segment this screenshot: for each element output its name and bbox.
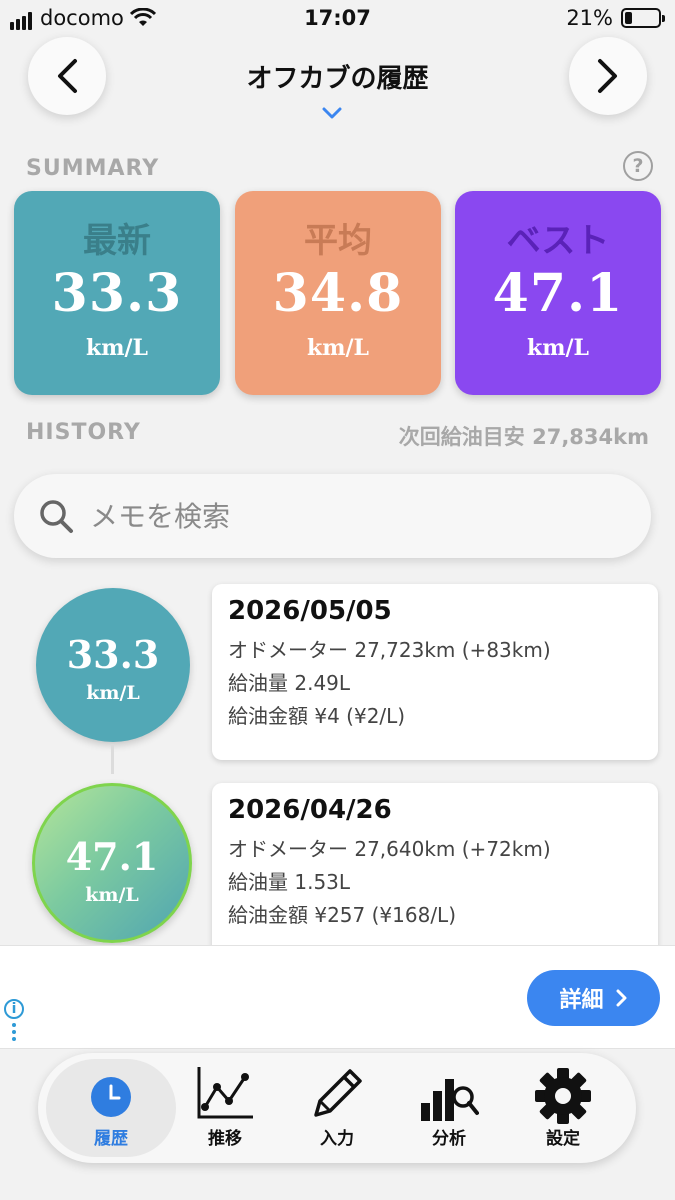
summary-card-best: ベスト 47.1 km/L (455, 191, 661, 395)
chevron-right-icon (598, 59, 617, 93)
tab-analysis[interactable]: 分析 (384, 1059, 514, 1157)
summary-label: SUMMARY (26, 156, 160, 181)
bar-chart-search-icon (421, 1079, 479, 1121)
card-value: 33.3 (51, 263, 183, 324)
tab-settings[interactable]: 設定 (498, 1059, 628, 1157)
card-unit: km/L (526, 335, 590, 361)
entry-odometer: オドメーター 27,723km (+83km) (228, 638, 551, 662)
line-chart-icon (197, 1067, 253, 1119)
entry-fuel-cost: 給油金額 ¥257 (¥168/L) (228, 903, 456, 927)
status-bar: docomo 17:07 21% (0, 0, 675, 38)
search-bar[interactable] (14, 474, 651, 558)
ad-info-icon[interactable]: i (4, 999, 24, 1019)
memo-search-input[interactable] (90, 499, 610, 533)
battery-group: 21% (566, 6, 665, 30)
ad-banner[interactable]: i 詳細 (0, 945, 675, 1049)
tab-label: 推移 (208, 1129, 242, 1149)
tab-label: 設定 (546, 1129, 580, 1149)
help-icon[interactable]: ? (623, 151, 653, 181)
tab-input[interactable]: 入力 (272, 1059, 402, 1157)
entry-fuel-cost: 給油金額 ¥4 (¥2/L) (228, 704, 406, 728)
entry-mileage-unit: km/L (85, 884, 139, 906)
entry-date: 2026/05/05 (228, 596, 392, 626)
battery-percent: 21% (566, 6, 613, 30)
tab-label: 履歴 (94, 1129, 128, 1149)
card-value: 34.8 (272, 263, 404, 324)
tab-history[interactable]: 履歴 (46, 1059, 176, 1157)
summary-card-latest: 最新 33.3 km/L (14, 191, 220, 395)
history-entry-card[interactable]: 2026/04/26 オドメーター 27,640km (+72km) 給油量 1… (212, 783, 658, 963)
ad-details-label: 詳細 (559, 988, 604, 1013)
next-fuel-estimate: 次回給油目安 27,834km (398, 425, 649, 449)
entry-mileage-value: 47.1 (65, 834, 159, 879)
entry-fuel-amount: 給油量 1.53L (228, 870, 351, 894)
card-label: ベスト (506, 221, 610, 261)
history-label: HISTORY (26, 420, 141, 445)
entry-mileage-unit: km/L (86, 682, 140, 704)
tab-bar: 履歴 推移 入力 分析 設定 (38, 1053, 636, 1163)
summary-card-average: 平均 34.8 km/L (235, 191, 441, 395)
card-value: 47.1 (492, 263, 624, 324)
card-label: 最新 (83, 221, 151, 261)
timeline-connector (111, 744, 114, 774)
pencil-icon (314, 1069, 362, 1117)
card-unit: km/L (85, 335, 149, 361)
entry-mileage-value: 33.3 (66, 632, 160, 677)
ad-details-button[interactable]: 詳細 (527, 970, 660, 1026)
entry-mileage-circle-best[interactable]: 47.1 km/L (32, 783, 192, 943)
entry-odometer: オドメーター 27,640km (+72km) (228, 837, 551, 861)
ad-more-icon[interactable] (12, 1023, 16, 1044)
entry-mileage-circle[interactable]: 33.3 km/L (36, 588, 190, 742)
card-label: 平均 (304, 221, 372, 261)
tab-trend[interactable]: 推移 (160, 1059, 290, 1157)
entry-date: 2026/04/26 (228, 795, 392, 825)
chevron-right-icon (616, 989, 626, 1007)
chevron-down-icon[interactable] (322, 106, 342, 120)
tab-label: 分析 (432, 1129, 466, 1149)
clock-icon (91, 1077, 131, 1117)
forward-button[interactable] (569, 37, 647, 115)
history-entry-card[interactable]: 2026/05/05 オドメーター 27,723km (+83km) 給油量 2… (212, 584, 658, 760)
tab-label: 入力 (320, 1129, 354, 1149)
entry-fuel-amount: 給油量 2.49L (228, 671, 351, 695)
card-unit: km/L (306, 335, 370, 361)
search-icon (40, 500, 73, 533)
battery-icon (621, 8, 665, 28)
gear-icon (535, 1068, 591, 1124)
